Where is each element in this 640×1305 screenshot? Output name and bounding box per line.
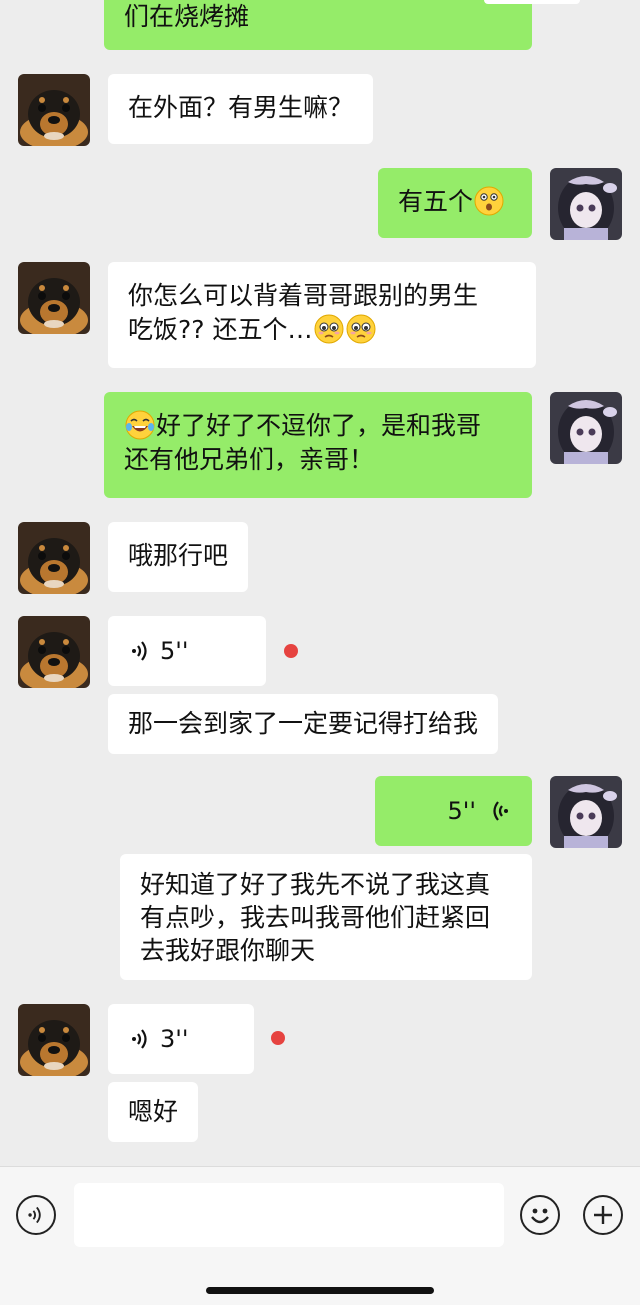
message-text-line: 好了好了不逗你了，是和我哥: [156, 411, 482, 440]
chat-area[interactable]: 们在烧烤摊 在外面？有男生嘛？ 有五个 你怎么可以背着哥哥跟别的男生 吃饭?? …: [0, 0, 640, 1166]
input-bar: [0, 1166, 640, 1305]
message-text: 有五个: [398, 187, 474, 216]
plus-button[interactable]: [583, 1195, 623, 1235]
dog-avatar-image: [18, 262, 90, 334]
pleading-face-icon: [345, 314, 376, 344]
contact-avatar[interactable]: [18, 262, 90, 334]
pleading-face-icon: [313, 314, 344, 344]
message-bubble-received[interactable]: 在外面？有男生嘛？: [108, 74, 374, 144]
voice-wave-icon: [132, 641, 147, 661]
message-bubble-received[interactable]: 那一会到家了一定要记得打给我: [108, 694, 499, 754]
voice-message-received[interactable]: 3'': [108, 1004, 254, 1074]
message-text-line: 好知道了好了我先不说了我这真: [140, 870, 491, 899]
message-bubble-received[interactable]: 嗯好: [108, 1082, 199, 1142]
message-text-line: 有点吵，我去叫我哥他们赶紧回: [140, 903, 491, 932]
message-text-line: 你怎么可以背着哥哥跟别的男生: [128, 281, 479, 310]
message-bubble-received[interactable]: 哦那行吧: [108, 522, 249, 592]
message-bubble-text[interactable]: 好知道了好了我先不说了我这真 有点吵，我去叫我哥他们赶紧回 去我好跟你聊天: [120, 854, 532, 980]
message-text-line: 去我好跟你聊天: [140, 936, 316, 965]
voice-message-received[interactable]: 5'': [108, 616, 266, 686]
voice-duration: 3'': [160, 1025, 189, 1053]
my-avatar[interactable]: [550, 392, 622, 464]
message-text-line: 吃饭?? 还五个…: [128, 315, 313, 344]
girl-avatar-image: [550, 168, 622, 240]
message-bubble-sent[interactable]: 好了好了不逗你了，是和我哥 还有他兄弟们，亲哥！: [104, 392, 532, 498]
voice-wave-icon: [493, 801, 508, 821]
message-bubble-received[interactable]: 你怎么可以背着哥哥跟别的男生 吃饭?? 还五个…: [108, 262, 536, 368]
tears-of-joy-icon: [125, 410, 155, 440]
message-bubble-sent-edge: [484, 0, 580, 4]
message-text: 在外面？有男生嘛？: [128, 93, 354, 122]
girl-avatar-image: [550, 392, 622, 464]
voice-toggle-button[interactable]: [16, 1195, 56, 1235]
message-text: 那一会到家了一定要记得打给我: [128, 709, 479, 738]
my-avatar[interactable]: [550, 168, 622, 240]
contact-avatar[interactable]: [18, 1004, 90, 1076]
voice-wave-icon: [132, 1029, 147, 1049]
surprised-face-icon: [474, 186, 504, 216]
girl-avatar-image: [550, 776, 622, 848]
unread-dot: [271, 1031, 285, 1045]
dog-avatar-image: [18, 522, 90, 594]
message-text-line: 还有他兄弟们，亲哥！: [124, 445, 375, 474]
voice-duration: 5'': [447, 797, 476, 825]
unread-dot: [284, 644, 298, 658]
voice-icon: [28, 1206, 41, 1224]
message-input[interactable]: [74, 1183, 504, 1247]
home-indicator[interactable]: [206, 1287, 434, 1294]
emoji-icon: [531, 1208, 549, 1224]
message-text: 们在烧烤摊: [124, 2, 250, 31]
dog-avatar-image: [18, 1004, 90, 1076]
message-text: 哦那行吧: [128, 541, 229, 570]
contact-avatar[interactable]: [18, 74, 90, 146]
emoji-button[interactable]: [520, 1195, 560, 1235]
message-bubble-sent[interactable]: 有五个: [378, 168, 532, 238]
dog-avatar-image: [18, 74, 90, 146]
contact-avatar[interactable]: [18, 616, 90, 688]
plus-icon: [594, 1206, 612, 1224]
contact-avatar[interactable]: [18, 522, 90, 594]
my-avatar[interactable]: [550, 776, 622, 848]
voice-message-sent[interactable]: 5'': [375, 776, 532, 846]
message-text: 嗯好: [128, 1097, 179, 1126]
message-bubble-sent[interactable]: 们在烧烤摊: [104, 0, 532, 50]
dog-avatar-image: [18, 616, 90, 688]
voice-duration: 5'': [160, 637, 189, 665]
